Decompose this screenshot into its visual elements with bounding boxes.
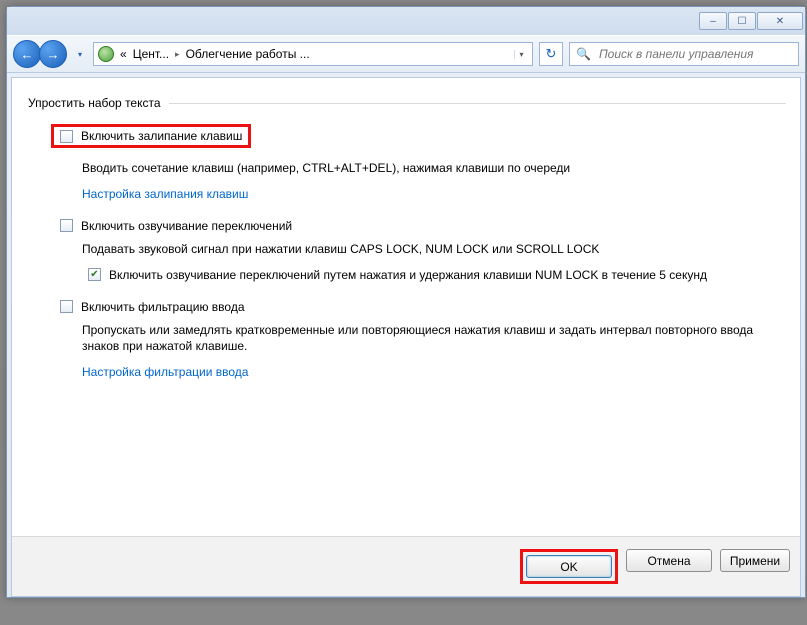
titlebar: – ☐ ✕ [7,7,805,35]
chevron-down-icon: ▾ [519,50,523,59]
breadcrumb-item-2[interactable]: Облегчение работы ... [186,47,310,61]
back-button[interactable]: ← [13,40,41,68]
back-icon: ← [21,47,34,62]
search-input[interactable] [597,46,792,62]
filter-keys-section: Включить фильтрацию ввода Пропускать или… [60,300,786,380]
filter-keys-label: Включить фильтрацию ввода [81,300,245,314]
filter-keys-desc: Пропускать или замедлять кратковременные… [82,322,782,356]
history-dropdown[interactable]: ▾ [73,40,87,68]
toggle-keys-desc: Подавать звуковой сигнал при нажатии кла… [82,241,786,258]
refresh-button[interactable]: ↻ [539,42,563,66]
toggle-keys-section: Включить озвучивание переключений Подава… [60,219,786,282]
dialog-window: – ☐ ✕ ← → ▾ « Цент... ▸ Облегчение работ… [6,6,806,598]
toggle-keys-hold-checkbox[interactable] [88,268,101,281]
search-icon: 🔍 [576,47,591,61]
forward-button[interactable]: → [39,40,67,68]
ok-button[interactable]: OK [526,555,612,578]
location-icon [98,46,114,62]
dialog-footer: OK Отмена Примени [12,536,800,596]
content-area: Упростить набор текста Включить залипани… [11,77,801,597]
close-button[interactable]: ✕ [757,12,803,30]
address-bar[interactable]: « Цент... ▸ Облегчение работы ... ▾ [93,42,533,66]
refresh-icon: ↻ [546,46,557,62]
apply-button[interactable]: Примени [720,549,790,572]
minimize-button[interactable]: – [699,12,727,30]
navbar: ← → ▾ « Цент... ▸ Облегчение работы ... … [7,35,805,73]
breadcrumb-item-1[interactable]: Цент... [133,47,169,61]
sticky-keys-highlight: Включить залипание клавиш [51,124,251,148]
filter-keys-checkbox[interactable] [60,300,73,313]
ok-button-highlight: OK [520,549,618,584]
sticky-keys-desc: Вводить сочетание клавиш (например, CTRL… [82,160,786,177]
sticky-keys-label: Включить залипание клавиш [81,129,242,143]
close-icon: ✕ [776,16,784,27]
filter-keys-settings-link[interactable]: Настройка фильтрации ввода [82,365,248,379]
address-dropdown[interactable]: ▾ [514,50,528,59]
maximize-button[interactable]: ☐ [728,12,756,30]
chevron-down-icon: ▾ [78,50,82,59]
nav-arrows: ← → [13,40,67,68]
toggle-keys-label: Включить озвучивание переключений [81,219,292,233]
simplify-typing-group: Упростить набор текста Включить залипани… [26,96,786,397]
toggle-keys-hold-label: Включить озвучивание переключений путем … [109,268,707,282]
minimize-icon: – [710,16,716,27]
sticky-keys-section: Включить залипание клавиш Вводить сочета… [60,124,786,201]
sticky-keys-settings-link[interactable]: Настройка залипания клавиш [82,187,248,201]
forward-icon: → [47,47,60,62]
group-title: Упростить набор текста [26,96,169,110]
breadcrumb-prefix: « [120,47,127,61]
toggle-keys-checkbox[interactable] [60,219,73,232]
sticky-keys-checkbox[interactable] [60,130,73,143]
maximize-icon: ☐ [738,16,747,27]
cancel-button[interactable]: Отмена [626,549,712,572]
breadcrumb-sep-icon[interactable]: ▸ [175,49,180,60]
search-box[interactable]: 🔍 [569,42,799,66]
